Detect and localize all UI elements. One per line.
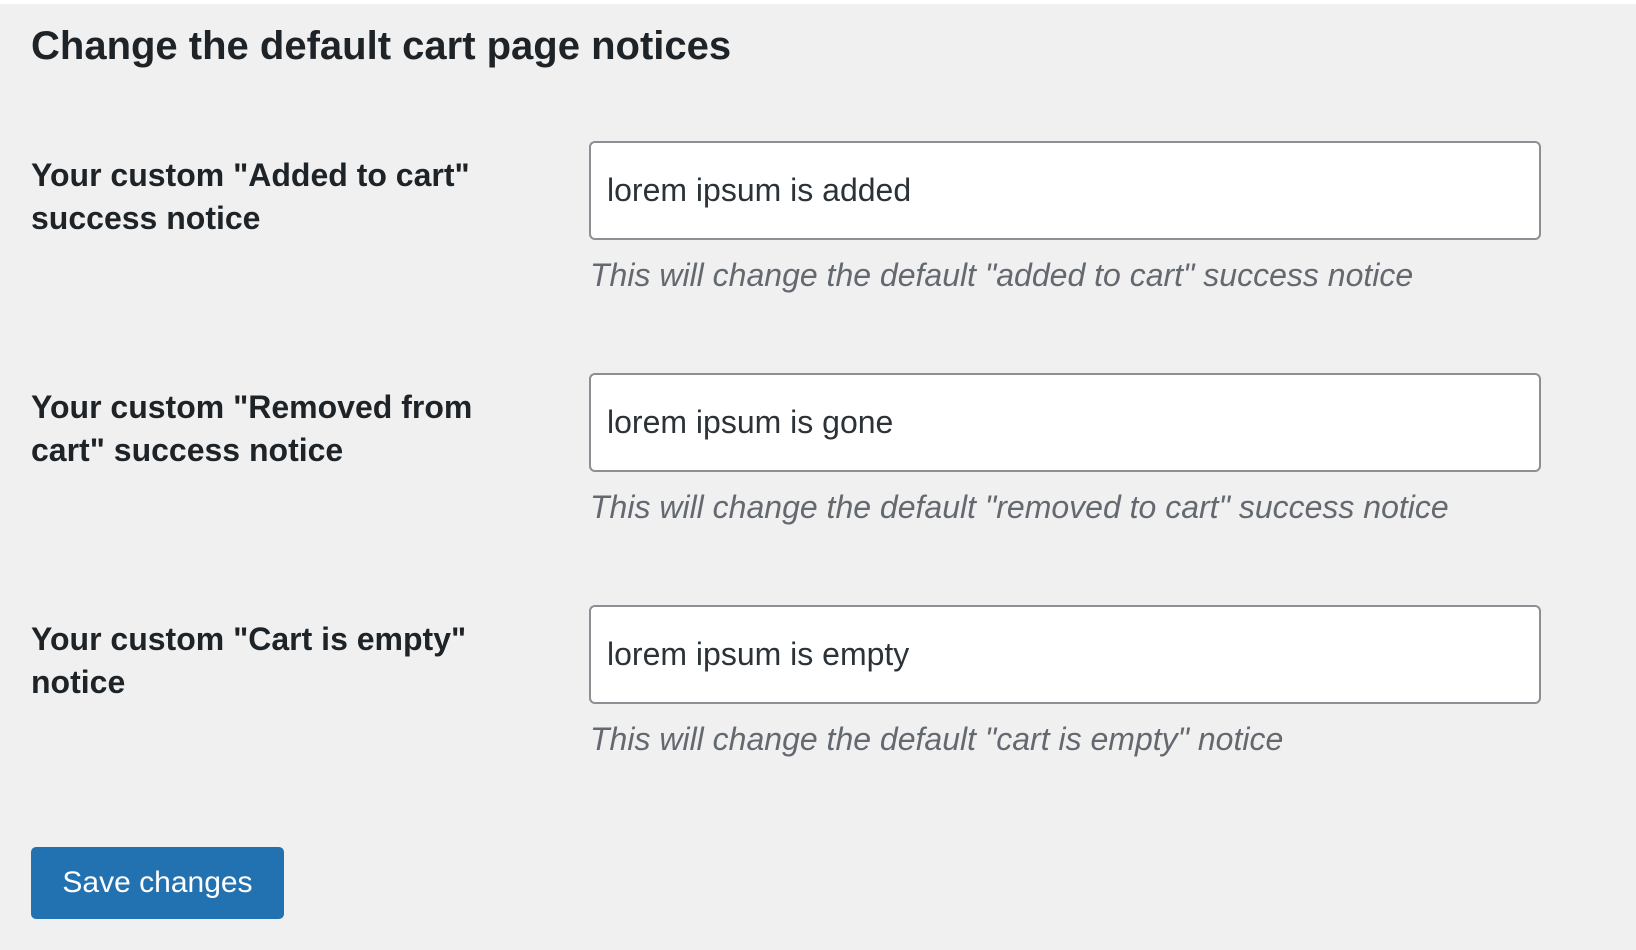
removed-from-cart-description: This will change the default "removed to… [590, 489, 1449, 525]
save-changes-button[interactable]: Save changes [31, 847, 284, 919]
removed-from-cart-label: Your custom "Removed from cart" success … [31, 389, 473, 468]
cart-is-empty-input[interactable] [589, 605, 1541, 704]
added-to-cart-description: This will change the default "added to c… [590, 257, 1414, 293]
removed-from-cart-input[interactable] [589, 373, 1541, 472]
settings-panel: Change the default cart page notices You… [0, 4, 1636, 950]
added-to-cart-label: Your custom "Added to cart" success noti… [31, 157, 470, 236]
added-to-cart-input[interactable] [589, 141, 1541, 240]
cart-is-empty-label: Your custom "Cart is empty" notice [31, 621, 467, 700]
cart-is-empty-description: This will change the default "cart is em… [590, 721, 1284, 757]
page-title: Change the default cart page notices [31, 24, 732, 68]
